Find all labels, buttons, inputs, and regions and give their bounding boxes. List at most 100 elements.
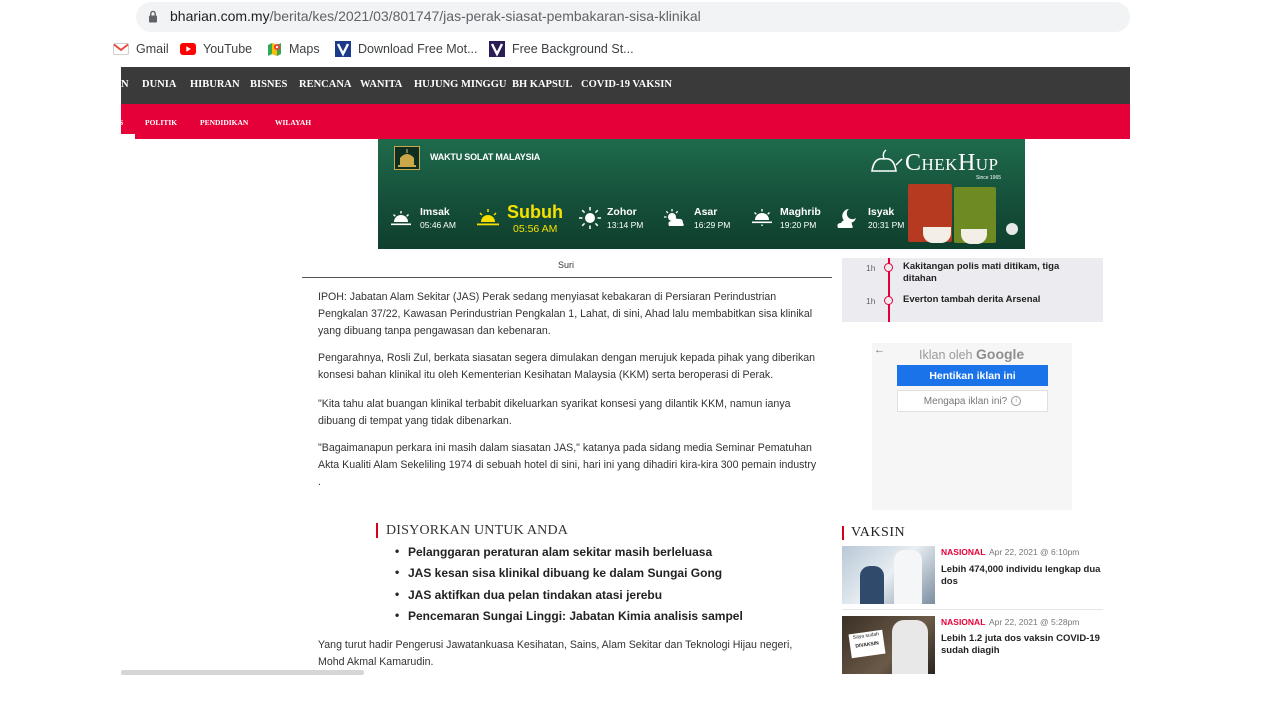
timeline-item-2[interactable]: Everton tambah derita Arsenal [903,294,1093,306]
nav-item-rencana[interactable]: RENCANA [299,79,352,90]
timeline-time: 1h [866,263,876,273]
recommended-link-text: Pencemaran Sungai Linggi: Jabatan Kimia … [408,609,743,623]
prayer-time: 16:29 PM [694,220,731,230]
vaksin-category[interactable]: NASIONAL [941,547,985,557]
timeline-item-1[interactable]: Kakitangan polis mati ditikam, tiga dita… [903,261,1093,285]
bookmark-label: Free Background St... [512,42,634,56]
vaksin-date: Apr 22, 2021 @ 5:28pm [989,617,1080,627]
bookmark-youtube[interactable]: YouTube [180,40,252,58]
kettle-icon [871,149,903,172]
url-host: bharian.com.my [170,8,270,24]
vaksin-section-title: VAKSIN [851,525,906,540]
ad-label-prefix: Iklan oleh [919,348,973,362]
prayer-zohor: Zohor 13:14 PM [607,206,643,230]
prayer-asar: Asar 16:29 PM [694,206,730,230]
recommended-link-4[interactable]: Pencemaran Sungai Linggi: Jabatan Kimia … [395,608,743,623]
recommended-marker [376,523,378,538]
bookmark-free-background[interactable]: Free Background St... [489,40,634,58]
back-arrow-icon[interactable]: ← [874,344,885,356]
sub-nav: S POLITIK PENDIDIKAN WILAYAH [119,104,1130,139]
recommended-link-text: JAS kesan sisa klinikal dibuang ke dalam… [408,566,723,580]
why-this-ad-button[interactable]: Mengapa iklan ini? i [897,390,1048,412]
bookmark-gmail[interactable]: Gmail [113,40,169,58]
google-logo: Google [976,346,1025,362]
article-paragraph-2: Pengarahnya, Rosli Zul, berkata siasatan… [318,352,816,381]
gmail-icon [113,41,129,57]
vaksin-category[interactable]: NASIONAL [941,617,985,627]
nav-item-bh-kapsul[interactable]: BH KAPSUL [512,79,572,90]
recommended-link-1[interactable]: Pelanggaran peraturan alam sekitar masih… [395,544,713,559]
article-paragraph-3: "Kita tahu alat buangan klinikal terbabi… [318,398,791,427]
nav-item-covid-19-vaksin[interactable]: COVID-19 VAKSIN [581,79,672,90]
recommended-link-text: JAS aktifkan dua pelan tindakan atasi je… [408,588,663,602]
prayer-times-banner[interactable]: WAKTU SOLAT MALAYSIA ChekHup Since 1965 … [378,139,1025,249]
article-paragraph-1: IPOH: Jabatan Alam Sekitar (JAS) Perak s… [318,291,813,337]
sun-cloud-icon [664,209,684,226]
subnav-item-pendidikan[interactable]: PENDIDIKAN [200,118,248,127]
stop-seeing-ad-button[interactable]: Hentikan iklan ini [897,365,1048,386]
bookmark-label: Maps [289,42,320,56]
placard-line-2: DIVAKSIN [855,640,880,650]
vaksin-headline-1[interactable]: Lebih 474,000 individu lengkap dua dos [941,564,1101,588]
v-bookmark-icon [335,41,351,57]
timeline-time: 1h [866,296,876,306]
banner-title: WAKTU SOLAT MALAYSIA [430,152,540,162]
placard-line-1: Saya sudah [852,631,880,641]
prayer-time: 05:56 AM [513,223,558,235]
why-this-ad-label: Mengapa iklan ini? [923,395,1008,407]
lock-icon [149,10,157,23]
coffee-cup-2 [961,229,987,244]
sunrise-icon [391,211,411,226]
nav-item-hiburan[interactable]: HIBURAN [190,79,240,90]
vaksin-thumbnail-1[interactable] [842,546,935,604]
bookmark-label: Gmail [136,42,169,56]
prayer-time: 05:46 AM [420,220,456,230]
ppe-figure [894,550,922,604]
moon-cloud-icon [837,209,856,228]
brand-since: Since 1965 [976,175,1002,181]
prayer-name: Zohor [607,206,637,218]
chekhup-logo: ChekHup [868,147,999,177]
person-figure [892,620,928,674]
bookmark-maps[interactable]: Maps [266,40,320,58]
horizontal-scrollbar[interactable] [121,670,364,675]
main-nav: N DUNIA HIBURAN BISNES RENCANA WANITA HU… [121,67,1130,104]
prayer-isyak: Isyak 20:31 PM [868,206,904,230]
prayer-time: 19:20 PM [780,220,817,230]
nav-item-wanita[interactable]: WANITA [360,79,402,90]
vaksin-thumbnail-2[interactable]: Saya sudah DIVAKSIN [842,616,935,674]
prayer-maghrib: Maghrib 19:20 PM [780,206,821,230]
bookmark-label: YouTube [203,42,253,56]
v-bookmark-icon [489,41,505,57]
nav-item-hujung-minggu[interactable]: HUJUNG MINGGU [414,79,506,90]
recommended-link-3[interactable]: JAS aktifkan dua pelan tindakan atasi je… [395,587,663,602]
youtube-icon [180,41,196,57]
mosque-icon [394,146,420,170]
sun-icon [579,207,601,229]
prayer-name: Asar [694,206,718,218]
bookmark-download-free-mot[interactable]: Download Free Mot... [335,40,478,58]
brand-name: ChekHup [905,150,999,176]
maps-icon [266,41,282,57]
subnav-item-politik[interactable]: POLITIK [145,118,177,127]
article-paragraph-4: "Bagaimanapun perkara ini masih dalam si… [318,442,817,488]
recommended-link-2[interactable]: JAS kesan sisa klinikal dibuang ke dalam… [395,565,723,580]
subnav-item-wilayah[interactable]: WILAYAH [275,118,311,127]
sunset-icon [752,209,772,226]
nav-item-dunia[interactable]: DUNIA [142,79,176,90]
sunrise-icon [477,209,499,226]
image-caption: Suri [558,260,575,270]
nav-item-n[interactable]: N [121,79,129,90]
patient-figure [860,566,884,604]
prayer-subuh-current: Subuh 05:56 AM [507,202,563,235]
vaksin-headline-2[interactable]: Lebih 1.2 juta dos vaksin COVID-19 sudah… [941,633,1101,657]
timeline-dot [884,263,893,272]
url-text[interactable]: bharian.com.my/berita/kes/2021/03/801747… [170,8,701,24]
prayer-time: 13:14 PM [607,220,644,230]
nav-item-bisnes[interactable]: BISNES [250,79,287,90]
prayer-name: Maghrib [780,206,821,218]
subnav-item-s[interactable]: S [119,118,123,127]
prayer-name: Isyak [868,206,895,218]
prayer-time: 20:31 PM [868,220,905,230]
recommended-link-text: Pelanggaran peraturan alam sekitar masih… [408,545,713,559]
